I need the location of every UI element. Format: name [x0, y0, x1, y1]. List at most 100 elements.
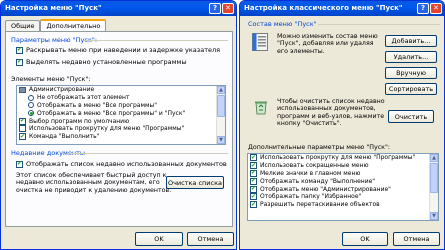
clear-description: Чтобы очистить список недавно использова… — [277, 98, 385, 127]
clear-button[interactable]: Очистить — [388, 110, 434, 123]
list-item-label: Администрирование — [29, 86, 95, 94]
list-item-label: Команда "Выполнить" — [29, 133, 100, 141]
checkbox[interactable]: ✔ — [250, 169, 257, 177]
elements-label: Элементы меню "Пуск": — [11, 76, 91, 83]
list-item-label: Использовать прокрутку для меню "Програм… — [260, 154, 416, 162]
description-line: Этот список обеспечивает быстрый доступ … — [16, 172, 167, 179]
checkbox[interactable]: ✔ — [250, 154, 257, 162]
close-button[interactable]: ✕ — [222, 3, 234, 14]
description-line: очистка не приводит к удалению документо… — [16, 186, 172, 194]
option-show-recent-docs[interactable]: ✔ Отображать список недавно использованн… — [16, 160, 227, 168]
cancel-button[interactable]: Отмена — [393, 232, 440, 246]
menu-composition-title: Состав меню "Пуск" — [248, 20, 317, 28]
start-menu-icon — [252, 33, 268, 53]
list-item[interactable]: Отображать в меню "Все программы" и "Пус… — [17, 109, 225, 117]
checkbox[interactable]: ✔ — [16, 58, 23, 66]
divider — [84, 40, 228, 41]
list-item[interactable]: ✔ Использовать сокращенные меню — [248, 162, 438, 170]
list-item[interactable]: ✔ Разрешить перетаскивание объектов — [248, 201, 438, 209]
tab-strip: Общие Дополнительно — [5, 19, 107, 31]
description-line: программ и веб-узлов, нажмите — [277, 112, 385, 120]
tab-general[interactable]: Общие — [5, 20, 41, 31]
checkbox[interactable]: ✔ — [250, 193, 257, 201]
list-item-label: Использовать прокрутку для меню "Програм… — [29, 125, 185, 133]
list-item-label: Мелкие значки в главном меню — [260, 169, 361, 177]
title-bar: Настройка меню "Пуск" ? ✕ — [1, 1, 236, 16]
list-item-label: Выбор программ по умолчанию — [29, 117, 130, 125]
extra-options-title: Дополнительные параметры меню "Пуск": — [248, 144, 390, 151]
list-item-label: Не отображать этот элемент — [37, 94, 130, 102]
sort-button[interactable]: Сортировать — [385, 83, 437, 95]
scroll-up-icon[interactable]: ▲ — [217, 86, 225, 94]
menu-composition-description: Можно изменить состав меню "Пуск", добав… — [277, 33, 378, 55]
checkbox[interactable]: ✔ — [250, 185, 257, 193]
scroll-down-icon[interactable]: ▼ — [217, 136, 225, 144]
option-highlight-new-programs[interactable]: ✔ Выделять недавно установленные програм… — [16, 58, 187, 66]
extra-options-listbox[interactable]: ✔ Использовать прокрутку для меню "Програ… — [247, 153, 439, 221]
scrollbar[interactable]: ▲ ▼ — [216, 86, 225, 144]
help-button[interactable]: ? — [209, 3, 221, 14]
list-item[interactable]: ✔ Использовать прокрутку для меню "Програ… — [248, 154, 438, 162]
folder-icon — [19, 86, 26, 93]
checkbox[interactable]: ✔ — [250, 201, 257, 209]
list-item[interactable]: ✔ Отображать команду "Выполнение" — [248, 177, 438, 185]
scroll-thumb[interactable] — [217, 95, 225, 117]
description-line: его элементы. — [277, 47, 325, 55]
description-line: недавно использованным документам, его — [16, 179, 160, 187]
scroll-down-icon[interactable]: ▼ — [430, 212, 438, 220]
list-item[interactable]: ✔ Выбор программ по умолчанию — [17, 117, 225, 125]
remove-button[interactable]: Удалить... — [385, 51, 437, 63]
window-title: Настройка классического меню "Пуск" — [244, 4, 403, 12]
scrollbar[interactable]: ▲ ▼ — [429, 154, 438, 220]
checkbox[interactable]: ✔ — [19, 133, 26, 141]
close-button[interactable]: ✕ — [430, 3, 442, 14]
manual-button[interactable]: Вручную — [385, 67, 437, 79]
recent-docs-description: Этот список обеспечивает быстрый доступ … — [16, 172, 171, 194]
list-item[interactable]: ✔ Команда "Выполнить" — [17, 133, 225, 141]
divider — [318, 24, 440, 25]
checkbox[interactable]: ✔ — [19, 117, 26, 125]
radio-button[interactable] — [28, 102, 34, 109]
list-item-label: Отображать в меню "Все программы" и "Пус… — [37, 109, 186, 117]
cancel-button[interactable]: Отмена — [187, 232, 234, 246]
list-item[interactable]: Отображать в меню "Все программы" — [17, 102, 225, 110]
list-item-label: Разрешить перетаскивание объектов — [260, 201, 380, 209]
option-label: Выделять недавно установленные программы — [26, 58, 187, 66]
window-title: Настройка меню "Пуск" — [5, 4, 102, 12]
list-item[interactable]: ✔ Отображать папку "Избранное" — [248, 193, 438, 201]
clear-list-button[interactable]: Очистка списка — [166, 176, 224, 189]
add-button[interactable]: Добавить... — [385, 35, 437, 47]
radio-button[interactable] — [28, 110, 34, 117]
list-item-label: Отображать команду "Выполнение" — [260, 177, 376, 185]
list-item[interactable]: Использовать прокрутку для меню "Програм… — [17, 125, 225, 133]
ok-button[interactable]: OK — [342, 232, 388, 246]
ok-button[interactable]: OK — [135, 232, 183, 246]
list-item[interactable]: ✔ Мелкие значки в главном меню — [248, 169, 438, 178]
start-menu-settings-window: Настройка меню "Пуск" ? ✕ Общие Дополнит… — [0, 0, 237, 250]
list-item[interactable]: Не отображать этот элемент — [17, 94, 225, 102]
checkbox[interactable]: ✔ — [250, 177, 257, 185]
list-item-label: Отображать меню "Администрирование" — [260, 185, 391, 193]
option-label: Отображать список недавно использованных… — [26, 160, 227, 168]
divider — [68, 153, 228, 154]
scroll-up-icon[interactable]: ▲ — [430, 154, 438, 162]
checkbox[interactable]: ✔ — [16, 46, 23, 54]
title-bar: Настройка классического меню "Пуск" ? ✕ — [240, 1, 444, 16]
help-button[interactable]: ? — [417, 3, 429, 14]
checkbox[interactable] — [19, 125, 26, 133]
elements-listbox[interactable]: Администрирование Не отображать этот эле… — [16, 85, 226, 145]
list-item[interactable]: ✔ Отображать меню "Администрирование" — [248, 185, 438, 193]
option-expand-on-hover[interactable]: ✔ Раскрывать меню при наведении и задерж… — [16, 46, 220, 54]
option-label: Раскрывать меню при наведении и задержке… — [26, 46, 221, 54]
scroll-thumb[interactable] — [430, 163, 438, 193]
list-item-label: Отображать в меню "Все программы" — [37, 101, 157, 109]
list-item: Администрирование — [17, 86, 225, 94]
description-line: кнопку "Очистить". — [277, 119, 342, 127]
tab-advanced[interactable]: Дополнительно — [40, 19, 107, 31]
list-item-label: Использовать сокращенные меню — [260, 162, 369, 170]
checkbox[interactable]: ✔ — [16, 160, 23, 168]
list-item-label: Отображать папку "Избранное" — [260, 193, 362, 201]
checkbox[interactable]: ✔ — [250, 162, 257, 170]
description-line: Чтобы очистить список недавно — [277, 98, 385, 105]
radio-button[interactable] — [28, 94, 34, 101]
